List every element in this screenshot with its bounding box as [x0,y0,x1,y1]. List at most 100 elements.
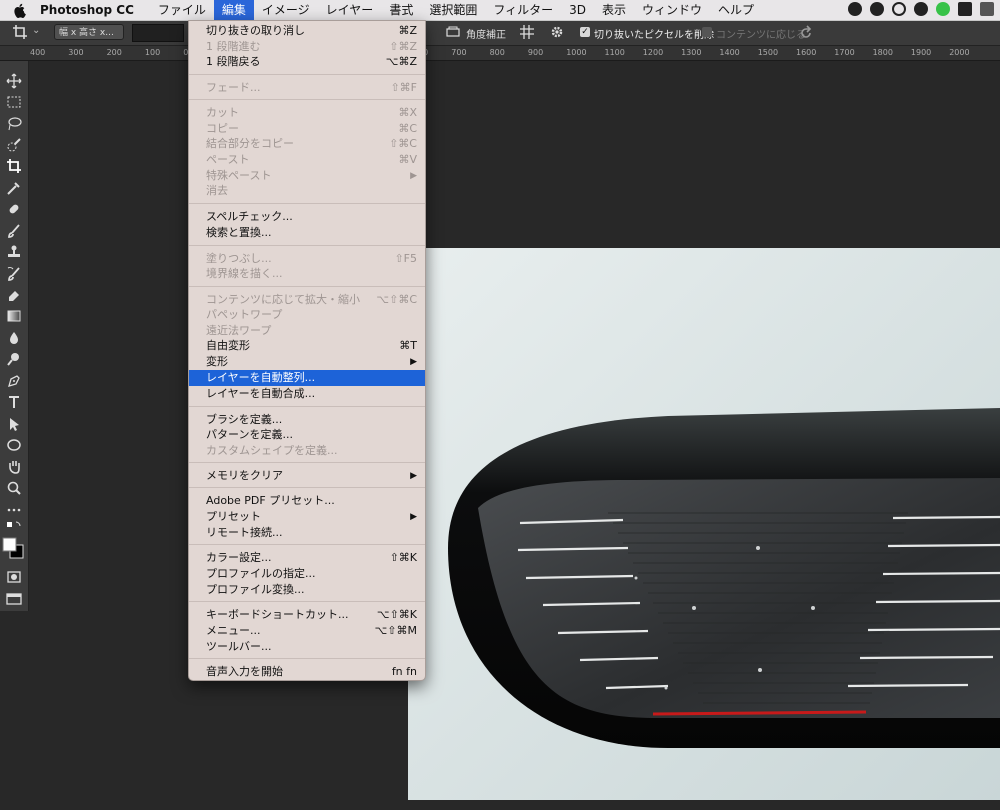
menu-item[interactable]: パターンを定義... [189,427,425,443]
content-aware-label[interactable]: コンテンツに応じる [716,26,806,41]
menu-item[interactable]: カラー設定... ⇧⌘K [189,550,425,566]
menu-separator [189,658,425,659]
pen-tool-icon[interactable] [6,373,22,389]
menu-item[interactable]: メモリをクリア ▶ [189,468,425,484]
menu-item[interactable]: 切り抜きの取り消し ⌘Z [189,23,425,39]
menu-item[interactable]: Adobe PDF プリセット... [189,493,425,509]
gear-icon[interactable] [549,24,565,40]
menu-item-label: カラー設定... [206,551,272,564]
crop-tool-icon[interactable] [6,158,22,174]
menu-item[interactable]: 音声入力を開始 fn fn [189,664,425,680]
menu-view[interactable]: 表示 [594,0,634,20]
menu-item-label: 変形 [206,355,228,368]
menu-3d[interactable]: 3D [561,0,594,20]
dropbox-icon[interactable] [892,2,906,16]
overlay-grid-icon[interactable] [519,24,535,40]
menu-item[interactable]: プリセット ▶ [189,509,425,525]
menu-item[interactable]: スペルチェック... [189,209,425,225]
blur-tool-icon[interactable] [6,330,22,346]
hand-tool-icon[interactable] [6,458,22,474]
menu-item[interactable]: ブラシを定義... [189,412,425,428]
menu-separator [189,462,425,463]
content-aware-checkbox[interactable] [702,27,712,37]
apple-icon[interactable] [12,2,28,19]
menu-item[interactable]: 自由変形 ⌘T [189,338,425,354]
horizontal-ruler[interactable]: 4003002001000100200300400500600700800900… [0,46,1000,61]
menu-item[interactable]: ツールバー... [189,639,425,655]
clock-icon[interactable] [914,2,928,16]
menu-item-shortcut: ⇧⌘K [389,551,417,564]
straighten-icon[interactable] [446,25,460,39]
menu-item[interactable]: 変形 ▶ [189,354,425,370]
display-icon[interactable] [980,2,994,16]
menu-item[interactable]: リモート接続... [189,525,425,541]
gradient-tool-icon[interactable] [6,308,22,324]
menu-item-shortcut: ⇧⌘C [389,137,417,150]
menu-help[interactable]: ヘルプ [710,0,762,20]
menu-item: 1 段階進む ⇧⌘Z [189,39,425,55]
eraser-tool-icon[interactable] [6,287,22,303]
quick-mask-icon[interactable] [6,569,22,585]
menu-layer[interactable]: レイヤー [318,0,382,20]
menu-item-label: レイヤーを自動整列... [206,371,316,384]
brush-tool-icon[interactable] [6,223,22,239]
submenu-arrow-icon: ▶ [410,171,417,181]
menu-separator [189,245,425,246]
menu-image[interactable]: イメージ [254,0,318,20]
menu-item[interactable]: 1 段階戻る ⌥⌘Z [189,54,425,70]
line-app-icon[interactable] [936,2,950,16]
path-select-tool-icon[interactable] [6,416,22,432]
quick-select-tool-icon[interactable] [6,137,22,153]
app-name[interactable]: Photoshop CC [40,3,134,17]
menu-item-shortcut: ⌘X [398,106,417,119]
chevron-down-icon[interactable]: ⌄ [32,25,40,36]
menu-window[interactable]: ウィンドウ [634,0,710,20]
menu-type[interactable]: 書式 [381,0,421,20]
menu-item-label: メモリをクリア [206,469,283,482]
crop-preset-select[interactable]: 幅 x 高さ x... [54,24,124,40]
color-swatches[interactable] [2,537,24,559]
swap-colors-icon[interactable] [6,519,22,535]
width-field[interactable] [132,24,184,42]
menu-item[interactable]: プロファイルの指定... [189,566,425,582]
delete-cropped-checkbox[interactable]: ✓ [580,27,590,37]
menu-item[interactable]: レイヤーを自動整列... [189,370,425,386]
shape-tool-icon[interactable] [6,437,22,453]
crop-tool-icon[interactable] [12,24,28,40]
zoom-tool-icon[interactable] [6,480,22,496]
healing-brush-tool-icon[interactable] [6,201,22,217]
menu-item[interactable]: メニュー... ⌥⇧⌘M [189,623,425,639]
menu-item-label: カスタムシェイプを定義... [206,444,338,457]
ruler-tick-label: 1700 [834,48,855,57]
history-brush-tool-icon[interactable] [6,266,22,282]
clone-stamp-tool-icon[interactable] [6,244,22,260]
more-tools-icon[interactable] [6,502,22,518]
menu-extra-icon[interactable] [958,2,972,16]
menu-item-label: 切り抜きの取り消し [206,24,305,37]
menu-filter[interactable]: フィルター [485,0,561,20]
document-canvas[interactable] [408,248,1000,800]
lasso-tool-icon[interactable] [6,116,22,132]
status-icons [848,2,994,16]
menu-item[interactable]: レイヤーを自動合成... [189,386,425,402]
chat-icon[interactable] [848,2,862,16]
marquee-tool-icon[interactable] [6,94,22,110]
type-tool-icon[interactable] [6,394,22,410]
menu-select[interactable]: 選択範囲 [421,0,485,20]
menu-item[interactable]: 検索と置換... [189,225,425,241]
eyedropper-tool-icon[interactable] [6,180,22,196]
reset-icon[interactable] [798,24,814,40]
menu-item: フェード... ⇧⌘F [189,80,425,96]
straighten-label[interactable]: 角度補正 [466,26,506,41]
menu-item-label: リモート接続... [206,526,283,539]
dodge-tool-icon[interactable] [6,351,22,367]
delete-cropped-label[interactable]: 切り抜いたピクセルを削除 [594,26,714,41]
move-tool-icon[interactable] [6,73,22,89]
menu-file[interactable]: ファイル [150,0,214,20]
menu-item[interactable]: プロファイル変換... [189,582,425,598]
creative-cloud-icon[interactable] [870,2,884,16]
menu-item[interactable]: キーボードショートカット... ⌥⇧⌘K [189,607,425,623]
menu-item-label: ペースト [206,153,250,166]
screen-mode-icon[interactable] [6,591,22,607]
menu-edit[interactable]: 編集 [213,0,254,20]
